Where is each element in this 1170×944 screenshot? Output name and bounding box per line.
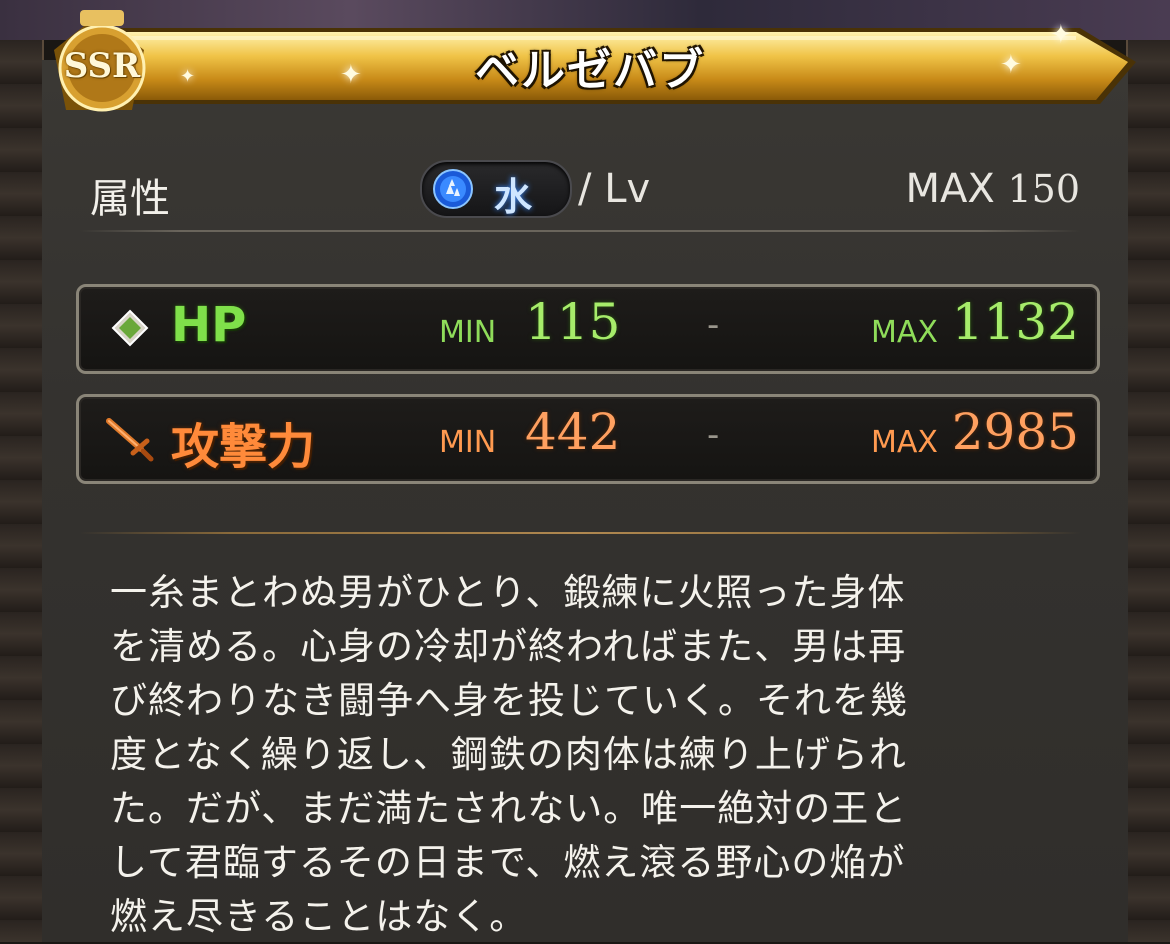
flavor-line: 燃え尽きることはなく。 bbox=[110, 895, 528, 938]
max-level-label: MAX bbox=[905, 166, 995, 212]
attack-max-label: MAX bbox=[871, 425, 938, 460]
element-badge: 水 bbox=[420, 160, 572, 219]
sparkle-icon: ✦ bbox=[1000, 50, 1022, 80]
water-drop-icon bbox=[433, 169, 473, 209]
sword-icon bbox=[106, 418, 154, 462]
sparkle-icon: ✦ bbox=[340, 60, 362, 90]
hp-max-label: MAX bbox=[871, 315, 938, 350]
max-level: MAX 150 bbox=[905, 166, 1080, 212]
sparkle-icon: ✦ bbox=[1050, 20, 1072, 50]
hp-stat-box: HP MIN 115 - MAX 1132 bbox=[76, 284, 1100, 374]
right-ornate-frame bbox=[1126, 40, 1170, 942]
divider bbox=[80, 532, 1080, 534]
flavor-line: 度となく繰り返し、鋼鉄の肉体は練り上げられ bbox=[110, 733, 907, 776]
left-ornate-frame bbox=[0, 40, 44, 942]
divider bbox=[80, 230, 1080, 232]
attack-max-value: 2985 bbox=[951, 403, 1079, 461]
max-level-value: 150 bbox=[1007, 167, 1080, 211]
range-dash: - bbox=[707, 305, 720, 345]
flavor-line: た。だが、まだ満たされない。唯一絶対の王と bbox=[110, 787, 908, 830]
hp-max-value: 1132 bbox=[951, 293, 1079, 351]
hp-label: HP bbox=[171, 297, 247, 353]
hp-min-label: MIN bbox=[439, 315, 497, 350]
attack-stat-box: 攻撃力 MIN 442 - MAX 2985 bbox=[76, 394, 1100, 484]
flavor-line: 一糸まとわぬ男がひとり、鍛練に火照った身体 bbox=[110, 571, 906, 614]
attribute-row: 属性 水 / Lv MAX 150 bbox=[90, 160, 1080, 222]
title-banner: SSR ベルゼバブ ✦ ✦ ✦ ✦ bbox=[40, 10, 1140, 112]
flavor-text: 一糸まとわぬ男がひとり、鍛練に火照った身体 を清める。心身の冷却が終わればまた、… bbox=[110, 566, 1050, 944]
character-name: ベルゼバブ bbox=[475, 45, 705, 96]
attack-min-value: 442 bbox=[525, 403, 621, 461]
flavor-line: して君臨するその日まで、燃え滾る野心の焔が bbox=[110, 841, 906, 884]
sparkle-icon: ✦ bbox=[180, 66, 196, 87]
element-label: 水 bbox=[494, 175, 533, 219]
attack-label: 攻撃力 bbox=[171, 419, 316, 475]
attribute-label: 属性 bbox=[90, 176, 170, 222]
attack-min-label: MIN bbox=[439, 425, 497, 460]
level-separator: / Lv bbox=[578, 166, 651, 212]
diamond-icon bbox=[111, 309, 149, 347]
flavor-line: び終わりなき闘争へ身を投じていく。それを幾 bbox=[110, 679, 908, 722]
hp-min-value: 115 bbox=[525, 293, 621, 351]
flavor-line: を清める。心身の冷却が終わればまた、男は再 bbox=[110, 625, 907, 668]
range-dash: - bbox=[707, 415, 720, 455]
